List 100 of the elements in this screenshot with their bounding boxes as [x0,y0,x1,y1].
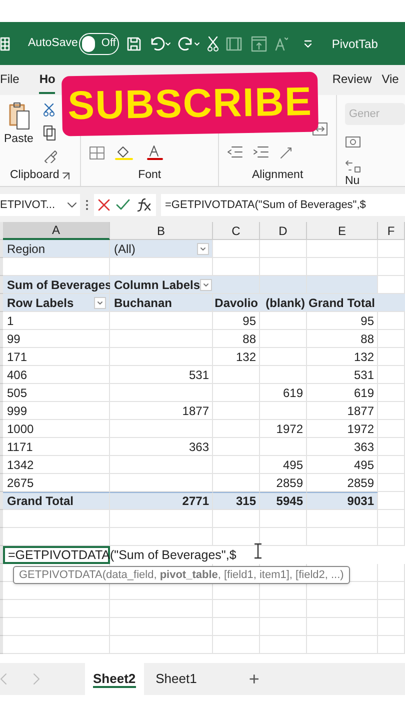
table-cell: 1000 [3,420,110,438]
ribbon-tab[interactable]: Review [332,66,372,94]
table-cell [307,510,378,528]
table-cell [213,438,260,456]
column-header[interactable]: D [260,222,307,240]
name-box[interactable]: ETPIVOT... [0,194,80,216]
formula-input[interactable]: =GETPIVOTDATA("Sum of Beverages",$ [161,194,405,216]
column-header[interactable]: C [213,222,260,240]
group-label: Font [138,168,162,184]
table-cell: 5945 [260,492,307,510]
dropdown-button-icon[interactable] [197,242,209,254]
undo-icon[interactable] [148,36,171,52]
table-cell [213,384,260,402]
table-cell [213,456,260,474]
table-cell [260,366,307,384]
table-cell [260,528,307,546]
function-icon[interactable] [136,198,152,212]
column-header[interactable]: F [378,222,405,240]
launcher-icon[interactable] [62,172,70,180]
sheet-tab[interactable]: Sheet2 [85,663,144,695]
customize-icon[interactable] [302,38,313,48]
table-cell: 495 [307,456,378,474]
grid-icon[interactable] [0,36,10,52]
table-cell: 2771 [110,492,213,510]
group-label: Alignment [252,168,304,184]
table-cell [260,618,307,636]
check-icon[interactable] [116,199,130,211]
group-label: Clipboard [10,168,60,184]
dropdown-button-icon[interactable] [94,296,106,308]
table-cell: 363 [110,438,213,456]
table-cell [378,492,405,510]
sheet-tab[interactable]: Sheet1 [148,663,205,695]
table-cell [213,510,260,528]
table-cell [213,582,260,600]
column-header[interactable]: A [3,222,110,240]
column-header[interactable]: B [110,222,213,240]
table-cell [213,366,260,384]
scissors-icon[interactable] [206,36,219,52]
table-cell: 505 [3,384,110,402]
more-icon[interactable] [85,198,89,212]
subscribe-banner: SUBSCRIBE [62,72,318,136]
autosave-toggle[interactable]: Off [78,32,119,54]
table-cell: 88 [307,330,378,348]
table-cell [213,420,260,438]
text-cursor-icon[interactable] [254,543,262,559]
borders-icon[interactable] [89,146,106,160]
add-sheet-button[interactable]: + [248,666,260,692]
table-cell: 1972 [307,420,378,438]
film-icon[interactable] [226,36,244,52]
table-cell [378,438,405,456]
table-cell [378,402,405,420]
table-cell [378,474,405,492]
table-cell [378,600,405,618]
paste-button[interactable]: Paste [4,101,34,148]
format-painter-icon[interactable] [43,149,58,163]
table-cell [260,636,307,654]
table-cell [213,618,260,636]
table-cell [260,276,307,294]
group-label: Nu [345,174,360,186]
ribbon-tab[interactable]: File [0,66,20,94]
increase-indent-icon[interactable] [253,146,270,158]
copy-icon[interactable] [43,125,58,141]
table-cell [307,618,378,636]
decimal-icon[interactable] [345,159,361,173]
table-cell: (blank) [260,294,307,312]
decrease-indent-icon[interactable] [227,146,244,158]
number-format-field[interactable]: Gener [345,103,405,125]
cancel-icon[interactable] [98,199,110,211]
table-cell [378,636,405,654]
column-header[interactable]: E [307,222,378,240]
table-cell: 171 [3,348,110,366]
table-cell [307,582,378,600]
table-cell [260,402,307,420]
font-size-icon[interactable] [274,36,288,52]
table-cell [260,240,307,258]
table-cell [378,366,405,384]
cell-text: Row Labels [7,294,74,312]
table-cell [260,582,307,600]
name-box-text: ETPIVOT... [0,198,56,213]
table-cell [260,348,307,366]
table-cell [307,528,378,546]
currency-icon[interactable] [345,135,361,149]
table-cell: Sum of Beverages [3,276,110,294]
table-cell: 531 [307,366,378,384]
ribbon-tab[interactable]: Vie [382,66,399,94]
table-cell [378,240,405,258]
redo-icon[interactable] [178,36,200,52]
table-cell: 531 [110,366,213,384]
cell-text: (All) [114,240,136,258]
save-icon[interactable] [126,36,142,52]
clipboard-icon[interactable] [6,101,31,131]
table-cell [307,600,378,618]
scissors-icon[interactable] [43,103,56,117]
table-cell: 1342 [3,456,110,474]
cell-text: Column Labels [114,276,200,294]
table-cell: 363 [307,438,378,456]
table-cell: 315 [213,492,260,510]
dropdown-button-icon[interactable] [200,278,212,290]
chevron-down-icon[interactable] [67,201,77,209]
table-cell [260,438,307,456]
